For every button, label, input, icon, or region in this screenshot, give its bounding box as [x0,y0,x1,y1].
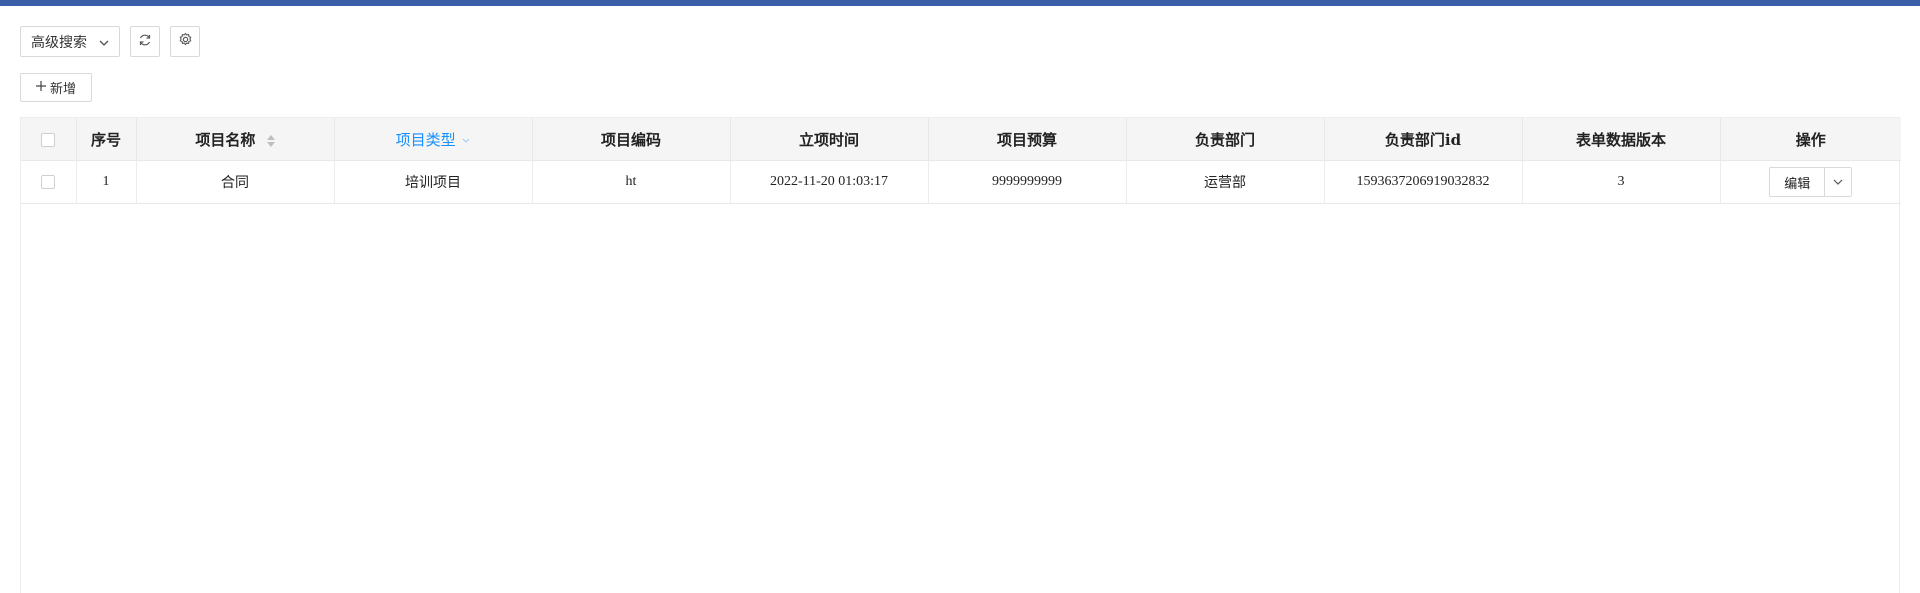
cell-created: 2022-11-20 01:03:17 [730,160,929,204]
data-table: 序号 项目名称 项目类型 项目编码 立项时间 项目预算 负责部门 负责部门id … [20,117,1901,593]
action-button-group: 编辑 [1769,167,1853,197]
table-row: 1 合同 培训项目 ht 2022-11-20 01:03:17 9999999… [21,160,1901,204]
cell-name: 合同 [136,160,335,204]
more-actions-dropdown[interactable] [1825,168,1851,196]
cell-budget: 9999999999 [928,160,1127,204]
add-label: 新增 [49,82,76,97]
column-header-type[interactable]: 项目类型 [334,118,533,161]
chevron-down-icon [1833,174,1843,190]
column-header-actions: 操作 [1720,118,1901,161]
column-header-dept: 负责部门 [1126,118,1325,161]
column-header-name-label: 项目名称 [195,130,256,149]
gear-icon [178,32,193,51]
cell-type: 培训项目 [334,160,533,204]
edit-button[interactable]: 编辑 [1770,168,1826,196]
select-all-checkbox[interactable] [41,133,56,147]
cell-actions: 编辑 [1720,160,1901,204]
column-header-created: 立项时间 [730,118,929,161]
column-header-budget: 项目预算 [928,118,1127,161]
chevron-down-icon [99,34,109,50]
refresh-button[interactable] [130,26,160,57]
column-header-dept-id: 负责部门id [1324,118,1523,161]
cell-code: ht [532,160,731,204]
chevron-down-icon[interactable] [462,136,470,146]
column-header-version: 表单数据版本 [1522,118,1721,161]
sort-icon[interactable] [266,134,275,147]
settings-button[interactable] [170,26,200,57]
column-header-code: 项目编码 [532,118,731,161]
table-header-row: 序号 项目名称 项目类型 项目编码 立项时间 项目预算 负责部门 负责部门id … [21,118,1901,161]
advanced-search-label: 高级搜索 [31,34,87,51]
select-all-header [21,118,77,161]
row-select-cell [21,160,77,204]
toolbar: 高级搜索 [20,26,200,57]
row-checkbox[interactable] [41,174,56,189]
cell-index: 1 [76,160,137,204]
column-header-index: 序号 [76,118,137,161]
cell-dept: 运营部 [1126,160,1325,204]
column-header-type-label: 项目类型 [395,130,456,149]
advanced-search-button[interactable]: 高级搜索 [20,26,120,57]
top-strip [0,0,1920,6]
plus-icon [35,80,46,95]
cell-dept-id: 1593637206919032832 [1324,160,1523,204]
column-header-name[interactable]: 项目名称 [136,118,335,161]
add-button[interactable]: 新增 [20,73,92,102]
refresh-icon [138,33,152,51]
cell-version: 3 [1522,160,1721,204]
